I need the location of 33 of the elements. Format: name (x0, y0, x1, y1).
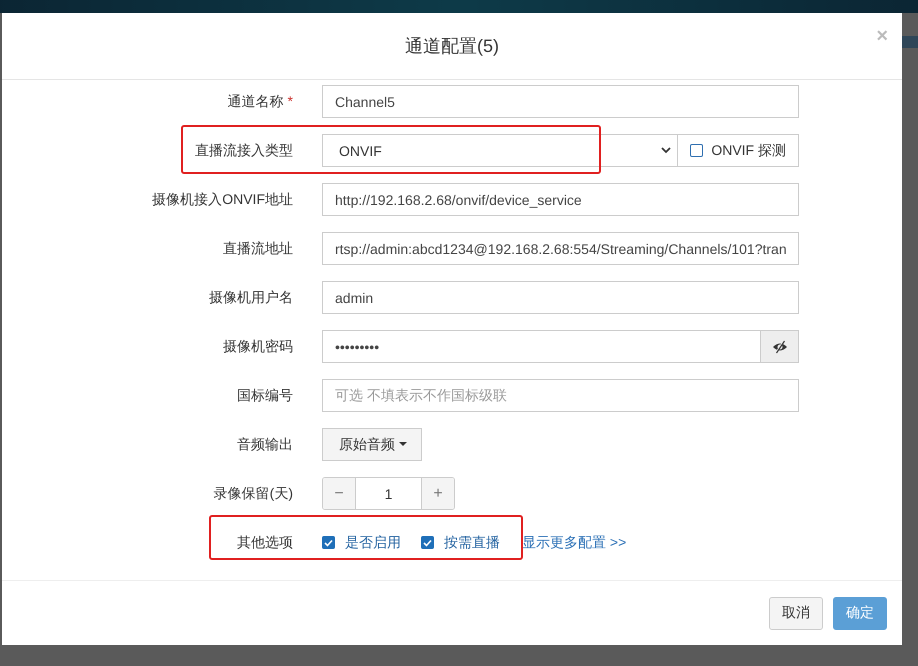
text-field[interactable]: http://192.168.2.68/onvif/device_service (322, 183, 799, 216)
checkbox[interactable] (322, 536, 335, 549)
option-checkbox[interactable]: 是否启用 (322, 534, 401, 552)
text-field[interactable]: rtsp://admin:abcd1234@192.168.2.68:554/Streaming/Channels/101?tran (322, 232, 799, 265)
minus-button[interactable]: − (323, 478, 355, 509)
field-label: 通道名称 * (226, 92, 294, 110)
field-label: 直播流接入类型 (194, 142, 294, 160)
required-mark: * (288, 92, 293, 108)
field-label: 音频输出 (236, 436, 294, 454)
plus-button[interactable]: + (422, 478, 454, 509)
text-field[interactable]: admin (322, 281, 799, 314)
password-field[interactable]: ••••••••• (322, 330, 761, 363)
field-label: 录像保留(天) (212, 484, 294, 502)
eye-slash-icon[interactable] (761, 330, 799, 363)
field-label: 摄像机密码 (222, 338, 294, 356)
option-checkbox[interactable]: 按需直播 (421, 534, 500, 552)
field-label: 摄像机接入ONVIF地址 (151, 190, 294, 208)
field-label: 其他选项 (236, 534, 294, 552)
dialog-title: 通道配置(5) (405, 35, 499, 58)
probe-option[interactable]: ONVIF 探测 (678, 134, 799, 167)
checkbox[interactable] (421, 536, 434, 549)
text-field[interactable]: Channel5 (322, 85, 799, 118)
more-config-link[interactable]: 显示更多配置 >> (522, 534, 626, 552)
caret-down-icon (399, 442, 407, 447)
cancel-button[interactable]: 取消 (769, 596, 823, 630)
field-label: 摄像机用户名 (208, 288, 294, 306)
field-label: 国标编号 (236, 386, 294, 404)
field-label: 直播流地址 (222, 240, 294, 258)
audio-dropdown[interactable]: 原始音频 (322, 428, 422, 461)
checkbox[interactable] (690, 144, 704, 157)
background-panel (902, 36, 918, 48)
type-select[interactable]: ONVIF (322, 134, 678, 167)
chevron-down-icon (661, 147, 672, 154)
